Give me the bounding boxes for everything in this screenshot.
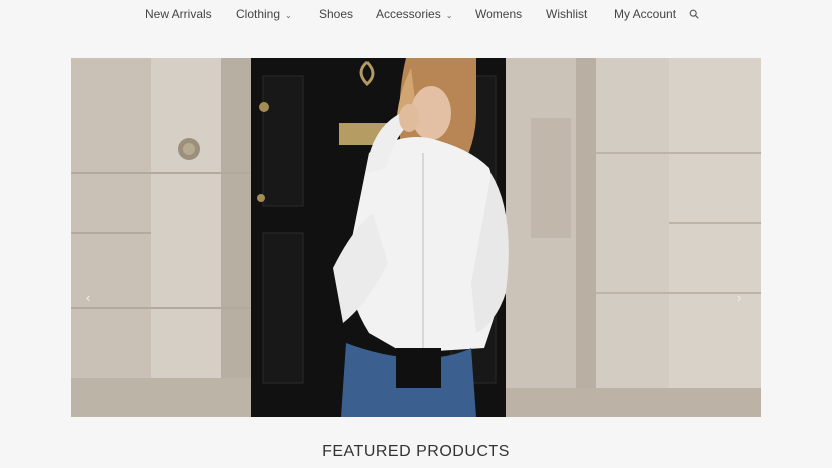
nav-item-my-account[interactable]: My Account xyxy=(614,7,676,21)
nav-item-label: Wishlist xyxy=(546,7,588,21)
nav-item-new-arrivals[interactable]: New Arrivals xyxy=(145,7,212,21)
nav-item-clothing[interactable]: Clothing ⌄ xyxy=(236,7,292,21)
search-icon[interactable] xyxy=(689,9,699,19)
nav-item-accessories[interactable]: Accessories ⌄ xyxy=(376,7,452,21)
featured-products-heading: FEATURED PRODUCTS xyxy=(322,443,510,460)
hero-image xyxy=(71,58,761,417)
nav-item-shoes[interactable]: Shoes xyxy=(319,7,353,21)
nav-item-label: My Account xyxy=(614,7,677,21)
main-navigation: New Arrivals Clothing ⌄ Shoes Accessorie… xyxy=(0,0,832,30)
nav-item-label: Clothing xyxy=(236,7,281,21)
nav-item-label: Accessories xyxy=(376,7,441,21)
hero-slider[interactable]: ‹ › xyxy=(71,58,761,417)
nav-item-label: Womens xyxy=(475,7,523,21)
chevron-down-icon: ⌄ xyxy=(285,10,292,20)
slider-prev-arrow-icon[interactable]: ‹ xyxy=(86,290,90,305)
nav-item-label: Shoes xyxy=(319,7,354,21)
nav-item-womens[interactable]: Womens xyxy=(475,7,522,21)
nav-item-wishlist[interactable]: Wishlist xyxy=(546,7,587,21)
slider-next-arrow-icon[interactable]: › xyxy=(737,290,741,305)
nav-item-label: New Arrivals xyxy=(145,7,212,21)
chevron-down-icon: ⌄ xyxy=(445,10,453,20)
